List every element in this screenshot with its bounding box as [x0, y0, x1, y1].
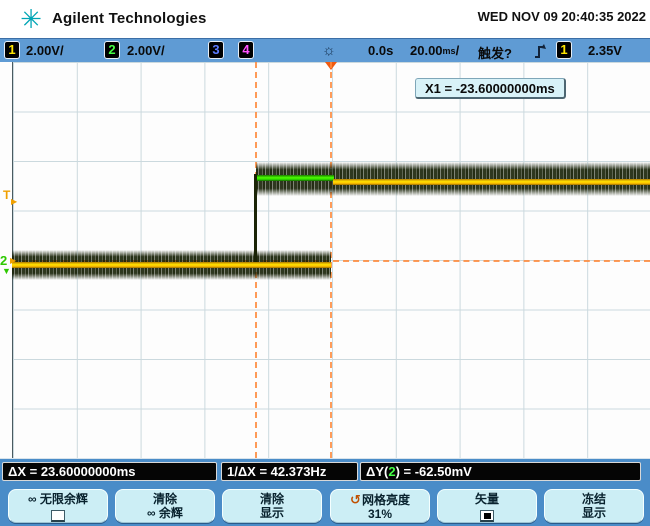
datetime-display: WED NOV 09 20:40:35 2022: [478, 9, 646, 24]
channel-2-trace-high: [256, 175, 334, 181]
delay-readout[interactable]: 0.0s: [368, 43, 393, 58]
channel-1-trace-high: [333, 179, 650, 185]
timebase-slash: /: [456, 43, 460, 58]
channel-4-badge[interactable]: 4: [238, 41, 254, 59]
timebase-readout[interactable]: 20.00ms/: [410, 43, 459, 58]
softkey-clear-persistence[interactable]: 清除 ∞ 余辉: [115, 489, 215, 523]
softkey-label: ∞ 无限余辉: [9, 493, 107, 506]
softkey-label: 显示: [545, 507, 643, 520]
oscilloscope-screen: ✳ Agilent Technologies WED NOV 09 20:40:…: [0, 0, 650, 526]
checkbox-unchecked-icon: [51, 510, 65, 522]
delta-y-value: ) = -62.50mV: [396, 464, 472, 479]
trigger-level-arrow-icon: ▶: [11, 198, 17, 206]
grid-brightness-value: 31%: [331, 508, 429, 521]
channel-2-scale[interactable]: 2.00V/: [127, 43, 165, 58]
softkey-label: 清除: [116, 493, 214, 506]
delta-x-readout: ΔX = 23.60000000ms: [2, 462, 217, 481]
softkey-infinite-persistence[interactable]: ∞ 无限余辉: [8, 489, 108, 523]
agilent-logo-icon: ✳: [16, 4, 46, 34]
softkey-label: 清除: [223, 493, 321, 506]
checkbox-checked-icon: [480, 510, 494, 522]
timebase-unit: ms: [443, 46, 456, 56]
header: ✳ Agilent Technologies WED NOV 09 20:40:…: [0, 0, 650, 38]
channel-2-badge[interactable]: 2: [104, 41, 120, 59]
channel-1-badge[interactable]: 1: [4, 41, 20, 59]
delta-y-prefix: ΔY(: [366, 464, 388, 479]
softkey-label: 冻结: [545, 493, 643, 506]
channel-2-ground-arrow-icon: ▼: [2, 267, 11, 276]
inverse-delta-x-readout: 1/ΔX = 42.373Hz: [221, 462, 358, 481]
trigger-status-label: 触发?: [478, 43, 512, 62]
rotate-knob-icon: ↺: [350, 492, 361, 507]
softkey-label: 网格亮度: [362, 493, 410, 507]
softkey-label: ∞ 余辉: [116, 507, 214, 520]
trigger-source-badge[interactable]: 1: [556, 41, 572, 59]
softkey-clear-display[interactable]: 清除 显示: [222, 489, 322, 523]
channel-3-badge[interactable]: 3: [208, 41, 224, 59]
channel-1-scale[interactable]: 2.00V/: [26, 43, 64, 58]
channel-1-ground-arrow-icon: ▶: [10, 257, 16, 265]
softkey-label: 显示: [223, 507, 321, 520]
softkey-grid-brightness[interactable]: ↺网格亮度 31%: [330, 489, 430, 523]
timebase-value: 20.00: [410, 43, 443, 58]
delta-y-readout: ΔY(2) = -62.50mV: [360, 462, 641, 481]
waveform-display: X1 = -23.60000000ms T ▶ 2 ▶ ▼: [0, 62, 650, 458]
brand-title: Agilent Technologies: [52, 10, 207, 27]
cursor-x1-readout: X1 = -23.60000000ms: [415, 78, 566, 99]
softkey-vectors[interactable]: 矢量: [437, 489, 537, 523]
trigger-level-readout[interactable]: 2.35V: [588, 43, 622, 58]
softkey-label: 矢量: [438, 493, 536, 506]
trigger-level-marker[interactable]: T: [3, 189, 10, 201]
bottom-bar: ΔX = 23.60000000ms 1/ΔX = 42.373Hz ΔY(2)…: [0, 458, 650, 526]
brightness-icon: ☼: [322, 42, 336, 59]
delta-y-channel: 2: [388, 464, 395, 479]
channel-1-trace-low: [12, 262, 331, 268]
status-bar: 1 2.00V/ 2 2.00V/ 3 4 ☼ 0.0s 20.00ms/ 触发…: [0, 38, 650, 62]
softkey-freeze-display[interactable]: 冻结 显示: [544, 489, 644, 523]
